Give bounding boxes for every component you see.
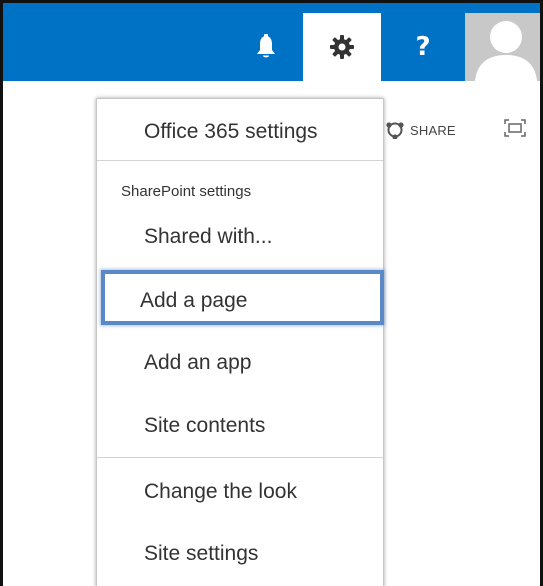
menu-divider	[97, 457, 383, 458]
notifications-button[interactable]	[229, 13, 303, 81]
menu-item-site-contents[interactable]: Site contents	[97, 401, 383, 451]
menu-divider	[97, 160, 383, 161]
focus-on-content-icon	[504, 119, 526, 137]
screenshot-frame: ? SHARE Office 365 settings SharePoint s…	[0, 0, 543, 586]
share-label: SHARE	[410, 122, 456, 138]
share-button[interactable]: SHARE	[385, 121, 456, 139]
menu-item-label: Add a page	[140, 289, 248, 312]
settings-menu: Office 365 settings SharePoint settings …	[96, 98, 384, 586]
help-button[interactable]: ?	[386, 13, 460, 81]
menu-item-office-365-settings[interactable]: Office 365 settings	[97, 107, 383, 157]
menu-item-shared-with[interactable]: Shared with...	[97, 212, 383, 262]
person-icon	[475, 21, 537, 81]
menu-item-label: Site settings	[144, 542, 259, 565]
menu-item-change-the-look[interactable]: Change the look	[97, 467, 383, 517]
sharepoint-settings-heading: SharePoint settings	[121, 183, 252, 200]
menu-item-add-a-page[interactable]: Add a page	[97, 276, 383, 326]
share-icon	[386, 122, 404, 139]
gear-icon	[330, 35, 354, 59]
menu-item-label: Office 365 settings	[144, 120, 318, 143]
menu-item-label: Shared with...	[144, 225, 273, 248]
menu-item-add-an-app[interactable]: Add an app	[97, 338, 383, 388]
settings-button[interactable]	[303, 13, 381, 81]
menu-item-label: Add an app	[144, 351, 252, 374]
help-icon: ?	[415, 32, 431, 62]
menu-item-label: Site contents	[144, 414, 266, 437]
focus-on-content-button[interactable]	[503, 118, 527, 138]
menu-item-site-settings[interactable]: Site settings	[97, 529, 383, 579]
user-avatar-button[interactable]	[465, 13, 540, 81]
menu-item-label: Change the look	[144, 480, 297, 503]
bell-icon	[257, 34, 275, 58]
